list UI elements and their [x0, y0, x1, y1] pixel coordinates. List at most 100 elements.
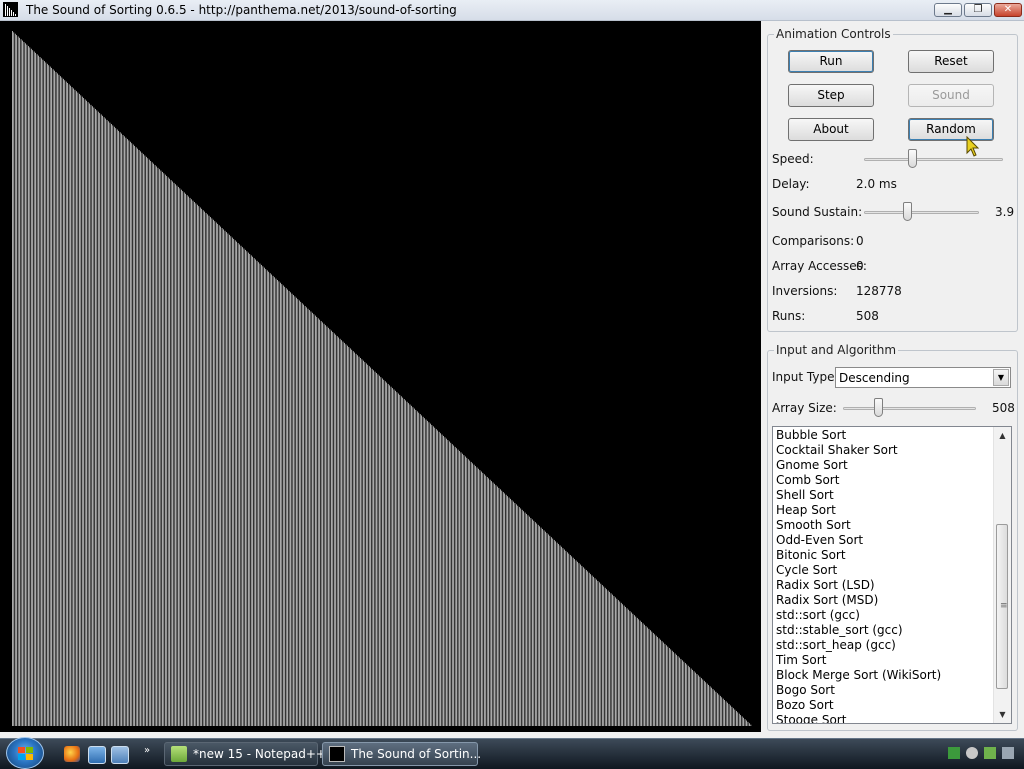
array-bar — [491, 481, 492, 726]
array-bar — [358, 356, 360, 726]
array-bar — [728, 704, 730, 726]
about-button[interactable]: About — [788, 118, 874, 141]
scroll-down-icon[interactable]: ▼ — [994, 706, 1011, 723]
array-bar — [160, 170, 162, 727]
array-bar — [144, 155, 146, 726]
array-bar — [550, 537, 552, 726]
list-item[interactable]: Smooth Sort — [776, 518, 941, 533]
list-item[interactable]: Bitonic Sort — [776, 548, 941, 563]
step-button[interactable]: Step — [788, 84, 874, 107]
array-bar — [239, 244, 240, 726]
array-bar — [382, 378, 383, 726]
array-bar — [449, 441, 450, 726]
list-item[interactable]: Odd-Even Sort — [776, 533, 941, 548]
array-bar — [743, 717, 744, 726]
array-size-slider[interactable] — [843, 398, 976, 418]
array-bar — [451, 444, 453, 726]
list-item[interactable]: Tim Sort — [776, 653, 941, 668]
list-item[interactable]: Bogo Sort — [776, 683, 941, 698]
array-bar — [364, 362, 366, 726]
list-item[interactable]: Gnome Sort — [776, 458, 941, 473]
array-bar — [695, 672, 696, 726]
minimize-button[interactable]: ▁ — [934, 3, 962, 17]
input-type-select[interactable]: Descending ▼ — [835, 367, 1011, 388]
algorithm-list-scrollbar[interactable]: ▲ ≡ ▼ — [993, 427, 1011, 723]
list-item[interactable]: Cocktail Shaker Sort — [776, 443, 941, 458]
list-item[interactable]: Cycle Sort — [776, 563, 941, 578]
array-bar — [30, 48, 32, 727]
array-bar — [199, 207, 201, 727]
array-bar — [447, 440, 449, 726]
array-bar — [154, 165, 156, 726]
list-item[interactable]: Shell Sort — [776, 488, 941, 503]
array-size-label: Array Size: — [772, 401, 837, 415]
list-item[interactable]: Stooge Sort — [776, 713, 941, 723]
volume-icon[interactable] — [1002, 747, 1014, 759]
network-icon[interactable] — [984, 747, 996, 759]
array-bar — [427, 420, 428, 726]
array-bar — [95, 108, 96, 727]
array-bar — [256, 260, 258, 726]
array-bar — [603, 586, 605, 726]
algorithm-list[interactable]: Bubble Sort Cocktail Shaker Sort Gnome Sor… — [772, 426, 1012, 724]
array-bar — [159, 169, 160, 726]
list-item[interactable]: Heap Sort — [776, 503, 941, 518]
array-bar — [740, 715, 742, 726]
array-bar — [393, 389, 395, 726]
random-button[interactable]: Random — [908, 118, 994, 141]
speed-slider[interactable] — [864, 149, 1003, 169]
close-button[interactable]: ✕ — [994, 3, 1022, 17]
show-desktop-icon[interactable] — [88, 746, 106, 764]
list-item[interactable]: std::sort_heap (gcc) — [776, 638, 941, 653]
array-bar — [335, 334, 337, 726]
list-item[interactable]: Comb Sort — [776, 473, 941, 488]
array-bar — [64, 80, 66, 726]
array-bar — [588, 572, 590, 726]
list-item[interactable]: Block Merge Sort (WikiSort) — [776, 668, 941, 683]
array-bar — [351, 349, 353, 726]
messenger-icon[interactable] — [966, 747, 978, 759]
array-bar — [99, 113, 101, 727]
list-item[interactable]: Radix Sort (LSD) — [776, 578, 941, 593]
maximize-button[interactable]: ❐ — [964, 3, 992, 17]
array-bar — [262, 266, 264, 726]
run-button[interactable]: Run — [788, 50, 874, 73]
array-bar — [593, 576, 594, 726]
array-bar — [667, 646, 669, 726]
array-size-slider-thumb[interactable] — [873, 398, 883, 417]
scrollbar-grip-icon: ≡ — [1000, 601, 1008, 611]
tray-app-icon[interactable] — [948, 747, 960, 759]
scroll-up-icon[interactable]: ▲ — [994, 427, 1011, 444]
array-bar — [537, 524, 539, 726]
switch-windows-icon[interactable] — [111, 746, 129, 764]
scrollbar-thumb[interactable]: ≡ — [996, 524, 1008, 689]
taskbar-item-sound-of-sorting[interactable]: The Sound of Sortin... — [322, 742, 481, 766]
array-bar — [298, 300, 300, 726]
start-button[interactable] — [6, 737, 44, 769]
array-bar — [242, 247, 243, 726]
array-bar — [55, 72, 57, 727]
array-bar — [121, 133, 122, 727]
sound-sustain-slider[interactable] — [864, 202, 979, 222]
array-bar — [390, 386, 392, 726]
array-bar — [706, 683, 708, 726]
taskbar-item-notepad[interactable]: *new 15 - Notepad++ — [164, 742, 326, 766]
array-bar — [466, 457, 468, 726]
array-bar — [564, 549, 565, 726]
reset-button[interactable]: Reset — [908, 50, 994, 73]
speed-slider-thumb[interactable] — [907, 149, 917, 168]
list-item[interactable]: std::sort (gcc) — [776, 608, 941, 623]
array-bar — [42, 59, 44, 727]
list-item[interactable]: Bubble Sort — [776, 428, 941, 443]
array-bar — [376, 373, 377, 726]
chevron-down-icon[interactable]: ▼ — [993, 369, 1009, 386]
sound-button[interactable]: Sound — [908, 84, 994, 107]
list-item[interactable]: Bozo Sort — [776, 698, 941, 713]
list-item[interactable]: Radix Sort (MSD) — [776, 593, 941, 608]
array-bar — [437, 430, 439, 726]
quick-launch-more-icon[interactable]: » — [144, 745, 150, 756]
firefox-icon[interactable] — [64, 746, 80, 762]
array-bar — [518, 507, 520, 726]
sound-sustain-slider-thumb[interactable] — [902, 202, 912, 221]
list-item[interactable]: std::stable_sort (gcc) — [776, 623, 941, 638]
